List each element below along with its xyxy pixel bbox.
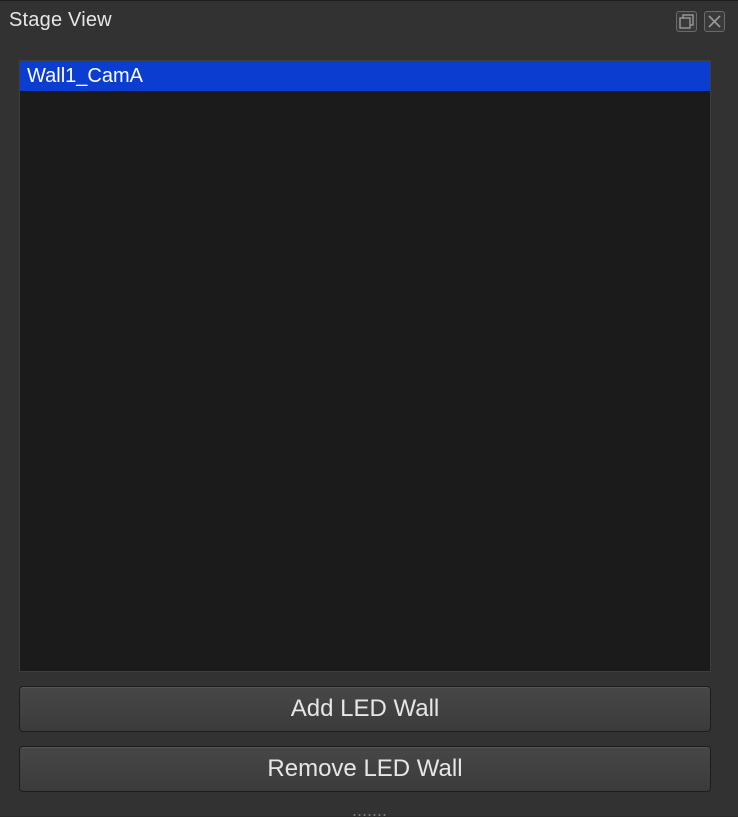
led-wall-list[interactable]: Wall1_CamA [19,60,711,672]
add-led-wall-button[interactable]: Add LED Wall [19,686,711,732]
remove-led-wall-button[interactable]: Remove LED Wall [19,746,711,792]
close-panel-button[interactable] [704,11,725,32]
resize-grip[interactable] [352,813,388,817]
close-icon [705,12,724,31]
panel-title: Stage View [9,9,112,31]
list-item[interactable]: Wall1_CamA [20,61,710,91]
float-window-button[interactable] [676,11,697,32]
float-window-icon [677,12,696,31]
stage-view-panel: Stage View Wall1_CamA Add LED Wall Remov… [0,0,738,817]
panel-titlebar: Stage View [0,1,738,41]
